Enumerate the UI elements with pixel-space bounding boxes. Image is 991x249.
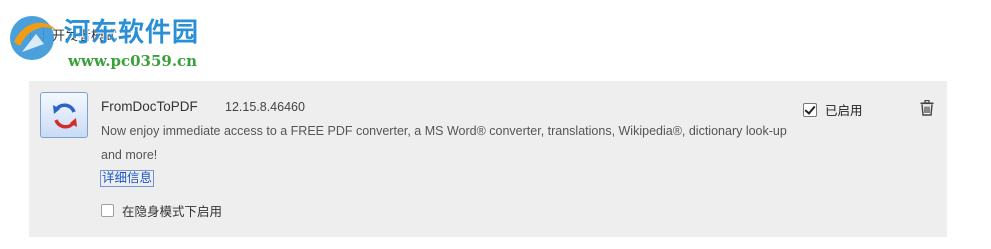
extension-description: Now enjoy immediate access to a FREE PDF… bbox=[101, 124, 787, 162]
incognito-label: 在隐身模式下启用 bbox=[122, 205, 223, 219]
watermark: 河东软件园 www.pc0359.cn bbox=[2, 6, 232, 70]
watermark-url: www.pc0359.cn bbox=[68, 52, 198, 70]
extension-version: 12.15.8.46460 bbox=[225, 100, 305, 114]
pdf-convert-icon bbox=[40, 92, 88, 138]
extension-name: FromDocToPDF bbox=[101, 99, 198, 114]
details-link[interactable]: 详细信息 bbox=[100, 170, 155, 187]
trash-icon[interactable] bbox=[920, 100, 934, 116]
enabled-label: 已启用 bbox=[825, 104, 863, 118]
enabled-checkbox[interactable] bbox=[803, 102, 817, 117]
enabled-toggle[interactable]: 已启用 bbox=[803, 100, 863, 119]
site-logo-icon bbox=[10, 16, 56, 60]
convert-arrows-icon bbox=[53, 103, 77, 129]
incognito-checkbox[interactable] bbox=[101, 204, 114, 217]
incognito-toggle[interactable]: 在隐身模式下启用 bbox=[101, 201, 222, 220]
watermark-title: 河东软件园 bbox=[64, 18, 200, 48]
extension-card: FromDocToPDF 12.15.8.46460 Now enjoy imm… bbox=[29, 81, 947, 237]
